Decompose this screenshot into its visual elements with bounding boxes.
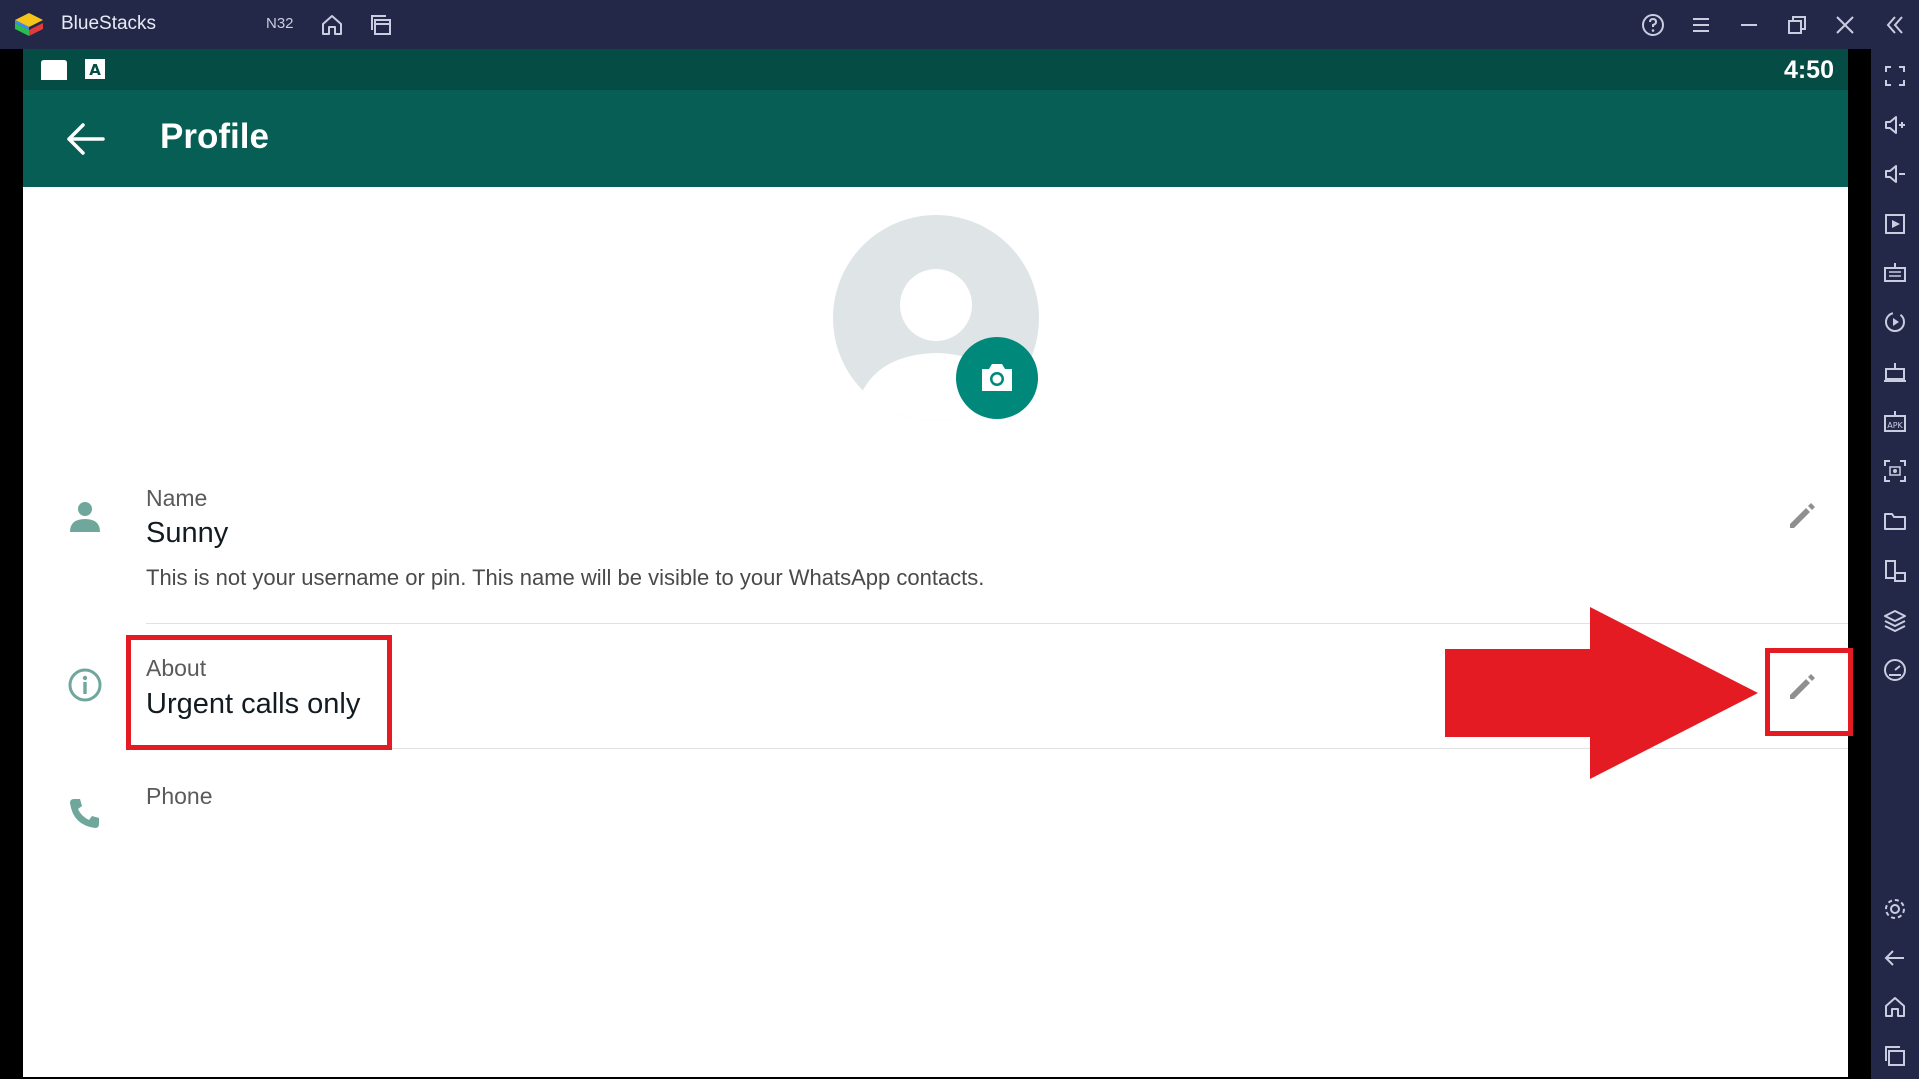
camera-icon (982, 364, 1012, 391)
close-icon[interactable] (1832, 12, 1858, 38)
name-hint: This is not your username or pin. This n… (146, 565, 985, 590)
window-titlebar: BlueStacks N32 (0, 0, 1919, 49)
restore-icon[interactable] (1784, 12, 1810, 38)
robot-icon[interactable] (1882, 359, 1908, 385)
rotate-icon[interactable] (1882, 558, 1908, 584)
keyboard-notification-icon: A (85, 59, 105, 79)
name-value[interactable]: Sunny (146, 517, 228, 550)
profile-content: Name Sunny This is not your username or … (23, 187, 1853, 1077)
name-label: Name (146, 485, 208, 511)
back-arrow-icon[interactable] (65, 122, 105, 156)
app-title: BlueStacks (61, 13, 157, 34)
bluestacks-sidebar: APK (1871, 49, 1919, 1079)
home-icon[interactable] (319, 12, 345, 38)
page-title: Profile (160, 117, 269, 156)
screenshot-icon[interactable] (1882, 458, 1908, 484)
bluestacks-logo-icon (14, 12, 44, 38)
back-icon[interactable] (1882, 945, 1908, 971)
svg-text:A: A (89, 61, 101, 79)
volume-up-icon[interactable] (1882, 112, 1908, 138)
minimize-icon[interactable] (1736, 12, 1762, 38)
menu-icon[interactable] (1688, 12, 1714, 38)
volume-down-icon[interactable] (1882, 161, 1908, 187)
phone-icon (67, 795, 103, 831)
keyboard-icon[interactable] (1882, 260, 1908, 286)
edit-about-highlight-box (1765, 648, 1853, 736)
media-icon[interactable] (1882, 211, 1908, 237)
edit-name-pencil-icon[interactable] (1785, 498, 1819, 532)
pointer-arrow (1445, 607, 1765, 779)
frame-left (0, 49, 23, 1079)
android-status-bar: A 4:50 (23, 49, 1848, 90)
layers-icon[interactable] (1882, 608, 1908, 634)
macro-icon[interactable] (1882, 309, 1908, 335)
help-icon[interactable] (1640, 12, 1666, 38)
info-icon (67, 667, 103, 703)
performance-icon[interactable] (1882, 657, 1908, 683)
recents-icon[interactable] (1882, 1043, 1908, 1069)
change-photo-button[interactable] (956, 337, 1038, 419)
status-clock: 4:50 (1783, 56, 1834, 84)
person-icon (67, 499, 103, 535)
fullscreen-icon[interactable] (1882, 63, 1908, 89)
frame-right (1848, 49, 1871, 1079)
home-icon[interactable] (1882, 994, 1908, 1020)
folder-icon[interactable] (1882, 508, 1908, 534)
instance-label: N32 (266, 15, 294, 32)
app-bar: Profile (23, 90, 1848, 187)
sd-card-icon (41, 60, 67, 80)
phone-label: Phone (146, 783, 213, 809)
collapse-sidebar-icon[interactable] (1882, 12, 1908, 38)
multi-instance-icon[interactable] (368, 12, 394, 38)
apk-icon[interactable]: APK (1882, 409, 1908, 435)
svg-text:APK: APK (1887, 421, 1903, 430)
settings-icon[interactable] (1882, 896, 1908, 922)
about-highlight-box (126, 635, 392, 750)
